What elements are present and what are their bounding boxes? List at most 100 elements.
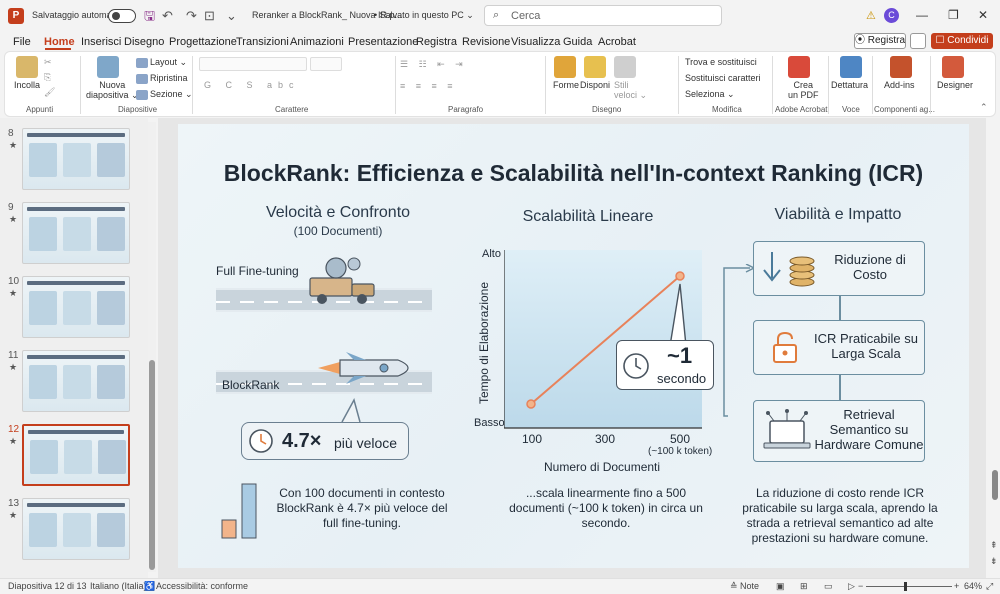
replace-fonts-button[interactable]: Sostituisci caratteri xyxy=(685,73,761,83)
shapes-icon[interactable] xyxy=(554,56,576,78)
font-size-dropdown[interactable] xyxy=(310,57,342,71)
zoom-in-icon[interactable]: + xyxy=(954,581,959,591)
tab-guida[interactable]: Guida xyxy=(563,36,592,48)
reading-view-icon[interactable]: ▭ xyxy=(824,581,833,592)
search-box[interactable]: ⌕ Cerca xyxy=(484,5,722,26)
col3-heading[interactable]: Viabilità e Impatto xyxy=(748,206,928,224)
zoom-level[interactable]: 64% xyxy=(964,581,982,591)
quick-styles-icon[interactable] xyxy=(614,56,636,78)
slide-thumbnail-13[interactable] xyxy=(22,498,130,560)
tab-visualizza[interactable]: Visualizza xyxy=(511,36,560,48)
font-format-buttons[interactable]: G C S abc xyxy=(204,80,300,90)
addins-button[interactable]: Add-ins xyxy=(884,80,915,90)
addins-icon[interactable] xyxy=(890,56,912,78)
arrange-icon[interactable] xyxy=(584,56,606,78)
tab-presentazione[interactable]: Presentazione xyxy=(348,36,418,48)
speed-callout[interactable]: 4.7× più veloce xyxy=(241,422,409,460)
tab-disegno[interactable]: Disegno xyxy=(124,36,164,48)
save-status[interactable]: • Salvato in questo PC ⌄ xyxy=(374,10,474,21)
slide-thumbnail-9[interactable] xyxy=(22,202,130,264)
full-finetuning-label[interactable]: Full Fine-tuning xyxy=(216,264,299,278)
slide-title[interactable]: BlockRank: Efficienza e Scalabilità nell… xyxy=(178,160,969,187)
slide-thumbnail-8[interactable] xyxy=(22,128,130,190)
canvas-scrollbar[interactable] xyxy=(990,118,1000,578)
paste-button[interactable]: Incolla xyxy=(14,80,40,90)
restore-icon[interactable]: ❐ xyxy=(948,8,959,22)
notes-button[interactable]: ≙ Note xyxy=(730,581,759,592)
record-button[interactable]: ⦿ Registra xyxy=(854,33,906,49)
sorter-view-icon[interactable]: ⊞ xyxy=(800,581,808,592)
dictation-button[interactable]: Dettatura xyxy=(831,80,868,90)
zoom-out-icon[interactable]: − xyxy=(858,581,863,591)
slide[interactable]: BlockRank: Efficienza e Scalabilità nell… xyxy=(178,124,969,568)
select-button[interactable]: Seleziona ⌄ xyxy=(685,89,735,100)
tab-acrobat[interactable]: Acrobat xyxy=(598,36,636,48)
slide-thumbnail-11[interactable] xyxy=(22,350,130,412)
fit-slide-icon[interactable]: ⤢ xyxy=(986,581,993,592)
arrange-button[interactable]: Disponi xyxy=(580,80,610,90)
layout-button[interactable]: Layout ⌄ xyxy=(150,57,187,68)
new-slide-icon[interactable] xyxy=(97,56,119,78)
create-pdf-button[interactable]: Crea un PDF xyxy=(788,80,819,100)
close-icon[interactable]: ✕ xyxy=(978,8,988,22)
zoom-slider[interactable] xyxy=(866,586,952,587)
box-retrieval[interactable]: Retrieval Semantico su Hardware Comune xyxy=(753,400,925,462)
tab-registra[interactable]: Registra xyxy=(416,36,457,48)
save-icon[interactable]: 🖫 xyxy=(144,8,155,24)
tab-revisione[interactable]: Revisione xyxy=(462,36,510,48)
share-button[interactable]: ☐ Condividi ⌄ xyxy=(931,33,993,62)
tab-progettazione[interactable]: Progettazione xyxy=(169,36,237,48)
tab-inserisci[interactable]: Inserisci xyxy=(81,36,121,48)
cut-icon[interactable]: ✂ xyxy=(44,57,52,68)
microphone-icon[interactable] xyxy=(840,56,862,78)
align-buttons[interactable]: ≡ ≡ ≡ ≡ xyxy=(400,81,457,91)
language[interactable]: Italiano (Italia) xyxy=(90,581,147,591)
thumbnails-scrollbar-thumb[interactable] xyxy=(149,360,155,570)
find-button[interactable]: Trova e sostituisci xyxy=(685,57,757,67)
section-button[interactable]: Sezione ⌄ xyxy=(150,89,193,100)
tab-home[interactable]: Home xyxy=(44,36,75,48)
comments-button[interactable] xyxy=(910,33,926,49)
slide-thumbnail-12-selected[interactable] xyxy=(22,424,130,486)
designer-icon[interactable] xyxy=(942,56,964,78)
copy-icon[interactable]: ⎘ xyxy=(44,72,51,83)
tab-animazioni[interactable]: Animazioni xyxy=(290,36,344,48)
minimize-icon[interactable]: — xyxy=(916,8,928,22)
col1-caption[interactable]: Con 100 documenti in contesto BlockRank … xyxy=(272,486,452,531)
quick-styles-button[interactable]: Stili veloci ⌄ xyxy=(614,80,647,100)
canvas-scrollbar-thumb[interactable] xyxy=(992,470,998,500)
customize-toolbar-icon[interactable]: ⌄ xyxy=(226,8,237,24)
prev-slide-icon[interactable]: ⇞ xyxy=(990,540,998,551)
reset-button[interactable]: Ripristina xyxy=(150,73,188,83)
designer-button[interactable]: Designer xyxy=(937,80,973,90)
undo-icon[interactable]: ↶ xyxy=(162,8,173,24)
blockrank-label[interactable]: BlockRank xyxy=(222,378,279,392)
zoom-slider-thumb[interactable] xyxy=(904,582,907,591)
avatar[interactable]: C xyxy=(884,8,899,23)
time-callout[interactable]: ~1 secondo xyxy=(616,340,714,390)
collapse-ribbon-icon[interactable]: ⌃ xyxy=(980,102,988,113)
accessibility-status[interactable]: Accessibilità: conforme xyxy=(156,581,248,591)
tab-transizioni[interactable]: Transizioni xyxy=(236,36,289,48)
slide-thumbnail-10[interactable] xyxy=(22,276,130,338)
new-slide-button[interactable]: Nuova diapositiva ⌄ xyxy=(86,80,139,100)
col1-subheading[interactable]: (100 Documenti) xyxy=(218,224,458,238)
slideshow-view-icon[interactable]: ▷ xyxy=(848,581,855,592)
box-cost-reduction[interactable]: Riduzione di Costo xyxy=(753,241,925,296)
shapes-button[interactable]: Forme xyxy=(553,80,579,90)
paste-icon[interactable] xyxy=(16,56,38,78)
normal-view-icon[interactable]: ▣ xyxy=(776,581,785,592)
redo-icon[interactable]: ↷ xyxy=(186,8,197,24)
col2-heading[interactable]: Scalabilità Lineare xyxy=(488,208,688,226)
font-name-dropdown[interactable] xyxy=(199,57,307,71)
present-icon[interactable]: ⊡ xyxy=(204,8,215,24)
list-buttons[interactable]: ☰ ☷ ⇤ ⇥ xyxy=(400,59,467,70)
warning-icon[interactable]: ⚠ xyxy=(866,9,876,22)
format-painter-icon[interactable]: 🖌 xyxy=(44,87,55,98)
col1-heading[interactable]: Velocità e Confronto xyxy=(218,204,458,222)
create-pdf-icon[interactable] xyxy=(788,56,810,78)
autosave-toggle[interactable] xyxy=(108,9,136,23)
box-icr-scale[interactable]: ICR Praticabile su Larga Scala xyxy=(753,320,925,375)
col2-caption[interactable]: ...scala linearmente fino a 500 document… xyxy=(498,486,714,531)
tab-file[interactable]: File xyxy=(13,36,31,48)
